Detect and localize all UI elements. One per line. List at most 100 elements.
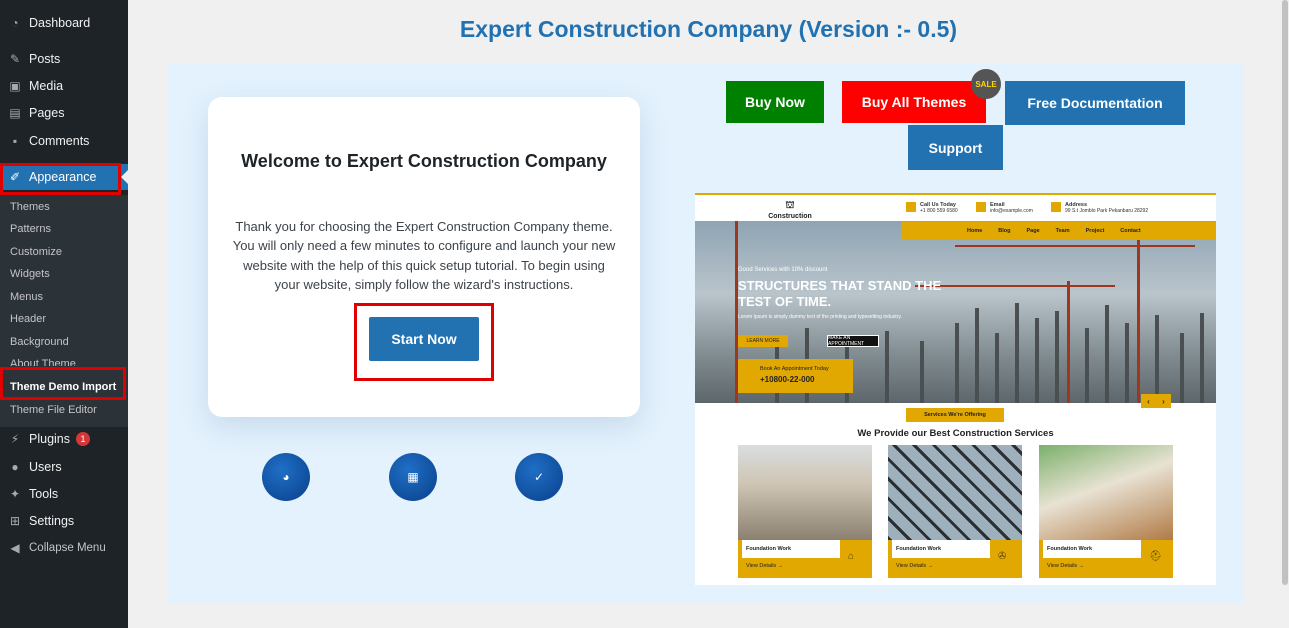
submenu-themes[interactable]: Themes: [10, 201, 50, 213]
sidebar-item-plugins[interactable]: ⚡ Plugins 1: [0, 426, 128, 452]
sidebar-item-settings[interactable]: ⊞ Settings: [0, 508, 128, 534]
chevron-left-icon: ‹: [1147, 396, 1150, 406]
theme-preview: ⛫ Construction Call Us Today +1 800 559 6…: [695, 193, 1216, 585]
crane-graphic: [955, 245, 1195, 247]
sidebar-item-collapse[interactable]: ◀ Collapse Menu: [0, 535, 128, 561]
preview-nav-item: Page: [1026, 228, 1040, 234]
helmet-icon: ⛑: [1149, 551, 1162, 562]
pin-icon: ✎: [9, 52, 21, 66]
plug-icon: ⚡: [10, 432, 20, 446]
pillar-graphic: [955, 323, 959, 403]
contact-value: info@example.com: [990, 208, 1033, 214]
submenu-theme-file-editor[interactable]: Theme File Editor: [10, 404, 97, 416]
collapse-icon: ◀: [10, 541, 20, 555]
service-card-label: Foundation Work: [1043, 540, 1141, 558]
sidebar-item-media[interactable]: ▣ Media: [0, 73, 128, 99]
preview-learn-more-button: LEARN MORE: [738, 335, 788, 347]
sidebar-item-label: Plugins: [29, 432, 70, 446]
appearance-submenu: Themes Patterns Customize Widgets Menus …: [0, 195, 128, 427]
sidebar-item-label: Pages: [29, 106, 65, 120]
submenu-background[interactable]: Background: [10, 336, 69, 348]
service-card-link: View Details →: [746, 563, 784, 569]
preview-nav: Home Blog Page Team Project Contact: [902, 222, 1216, 240]
preview-contact-phone: Call Us Today +1 800 559 6580: [906, 202, 958, 214]
step-dashboard-icon[interactable]: ◕: [262, 453, 310, 501]
pillar-graphic: [995, 333, 999, 403]
sidebar-item-tools[interactable]: ✦ Tools: [0, 481, 128, 507]
pillar-graphic: [1055, 311, 1059, 403]
media-icon: ▣: [9, 79, 21, 93]
submenu-menus[interactable]: Menus: [10, 291, 43, 303]
buy-now-button[interactable]: Buy Now: [726, 81, 824, 123]
submenu-theme-demo-import[interactable]: Theme Demo Import: [10, 381, 116, 393]
sidebar-item-label: Settings: [29, 514, 75, 528]
support-button[interactable]: Support: [908, 125, 1003, 170]
pillar-graphic: [975, 308, 979, 403]
submenu-customize[interactable]: Customize: [10, 246, 62, 258]
step-layout-icon[interactable]: ▦: [389, 453, 437, 501]
user-icon: ●: [11, 460, 19, 474]
welcome-text: Thank you for choosing the Expert Constr…: [232, 219, 616, 292]
submenu-header[interactable]: Header: [10, 313, 46, 325]
service-card-label: Foundation Work: [892, 540, 990, 558]
crane-graphic: [1067, 281, 1070, 403]
sidebar-item-label: Collapse Menu: [29, 542, 106, 554]
preview-service-card: Foundation Work View Details → ✇: [888, 445, 1022, 578]
sidebar-item-label: Appearance: [29, 170, 97, 184]
comment-icon: ▪: [12, 134, 18, 148]
sidebar-item-posts[interactable]: ✎ Posts: [0, 46, 128, 72]
pillar-graphic: [1200, 313, 1204, 403]
preview-logo: ⛫ Construction: [755, 200, 825, 220]
step-check-icon[interactable]: ✓: [515, 453, 563, 501]
sidebar-item-comments[interactable]: ▪ Comments: [0, 128, 128, 154]
sale-badge: SALE: [971, 69, 1001, 99]
preview-logo-text: Construction: [768, 213, 812, 220]
pages-icon: ▤: [9, 106, 21, 120]
sidebar-item-label: Media: [29, 79, 64, 93]
dashboard-icon: ◔: [11, 16, 19, 30]
submenu-about-theme[interactable]: About Theme: [10, 358, 76, 366]
sidebar-item-label: Posts: [29, 52, 61, 66]
pillar-graphic: [1155, 315, 1159, 403]
scrollbar[interactable]: [1281, 0, 1289, 628]
preview-slider-arrows: ‹ ›: [1141, 394, 1171, 408]
preview-nav-item: Contact: [1120, 228, 1141, 234]
preview-header: ⛫ Construction Call Us Today +1 800 559 6…: [695, 195, 1216, 221]
phone-icon: [906, 202, 916, 212]
service-card-link: View Details →: [896, 563, 934, 569]
sidebar-item-appearance[interactable]: ✐ Appearance: [0, 164, 128, 190]
sidebar-item-label: Dashboard: [29, 16, 91, 30]
submenu-widgets[interactable]: Widgets: [10, 268, 50, 280]
page-title: Expert Construction Company (Version :- …: [459, 16, 958, 42]
submenu-patterns[interactable]: Patterns: [10, 223, 51, 235]
steel-frame-image: [888, 445, 1022, 540]
contact-value: 99 S.t Jomblo Park Pekanbaru 28292: [1065, 208, 1149, 214]
admin-sidebar: ◔ Dashboard ✎ Posts ▣ Media ▤ Pages ▪ Co…: [0, 0, 128, 628]
pillar-graphic: [1015, 303, 1019, 403]
preview-services-title: We Provide our Best Construction Service…: [857, 428, 1054, 439]
contact-value: +1 800 559 6580: [920, 208, 958, 214]
preview-appointment-box: Book An Appointment Today +10800-22-000: [738, 359, 853, 393]
scrollbar-thumb[interactable]: [1282, 0, 1288, 585]
sidebar-item-dashboard[interactable]: ◔ Dashboard: [0, 10, 128, 36]
sidebar-item-pages[interactable]: ▤ Pages: [0, 100, 128, 126]
crane-logo-icon: ⛫: [785, 200, 795, 211]
sidebar-item-label: Users: [29, 460, 62, 474]
preview-nav-item: Home: [967, 228, 983, 234]
welcome-card: Welcome to Expert Construction Company T…: [208, 97, 640, 417]
free-documentation-button[interactable]: Free Documentation: [1005, 81, 1185, 125]
wrench-icon: ✦: [9, 487, 21, 501]
start-now-button[interactable]: Start Now: [369, 317, 479, 361]
preview-nav-item: Team: [1055, 228, 1070, 234]
update-count-badge: 1: [76, 432, 90, 446]
sidebar-item-users[interactable]: ● Users: [0, 454, 128, 480]
pillar-graphic: [1125, 323, 1129, 403]
tools-icon: ✇: [998, 551, 1007, 562]
building-image: [738, 445, 872, 540]
preview-hero-subtitle: Good Services with 10% discount: [738, 267, 828, 273]
service-card-link: View Details →: [1047, 563, 1085, 569]
pillar-graphic: [920, 341, 924, 403]
buy-all-themes-button[interactable]: Buy All Themes: [842, 81, 986, 123]
preview-contact-address: Address 99 S.t Jomblo Park Pekanbaru 2829…: [1051, 202, 1148, 214]
appointment-label: Book An Appointment Today: [760, 366, 829, 372]
